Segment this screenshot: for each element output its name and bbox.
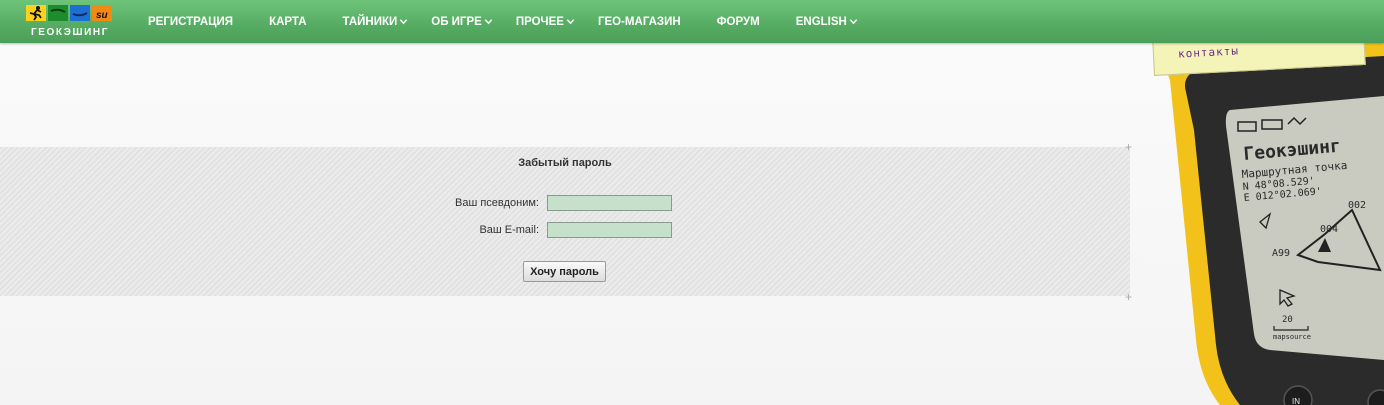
page: su ГЕОКЭШИНГ Регистрация Карта Тайники О… xyxy=(0,0,1384,405)
email-input[interactable] xyxy=(547,222,672,238)
chevron-down-icon xyxy=(566,19,575,25)
waypoint-label: A99 xyxy=(1272,248,1290,259)
nav-caches-label: Тайники xyxy=(342,15,398,28)
logo-tiles: su xyxy=(26,5,114,21)
email-label: Ваш E-mail: xyxy=(479,224,539,236)
form-title: Забытый пароль xyxy=(518,157,612,169)
gps-in-button-label: IN xyxy=(1292,397,1300,405)
nav-map[interactable]: Карта xyxy=(269,16,306,28)
running-man-icon xyxy=(26,5,46,21)
email-row: Ваш E-mail: xyxy=(0,222,1130,240)
nav-about-game-label: Об игре xyxy=(431,15,482,28)
logo-text: ГЕОКЭШИНГ xyxy=(31,27,109,38)
nickname-row: Ваш псевдоним: xyxy=(0,195,1130,213)
nav-english[interactable]: English xyxy=(796,16,858,28)
waypoint-label: 002 xyxy=(1348,200,1366,211)
site-logo[interactable]: su ГЕОКЭШИНГ xyxy=(26,5,114,39)
waypoint-label: 004 xyxy=(1320,224,1338,235)
logo-badge-text: su xyxy=(96,10,108,21)
request-password-button[interactable]: Хочу пароль xyxy=(523,261,606,282)
nav-other[interactable]: Прочее xyxy=(516,16,575,28)
nav-map-label: Карта xyxy=(269,15,307,28)
nav-english-label: English xyxy=(795,15,847,28)
chevron-down-icon xyxy=(849,19,858,25)
nav-about-game[interactable]: Об игре xyxy=(431,16,493,28)
nickname-label: Ваш псевдоним: xyxy=(454,197,539,209)
nav-forum-label: Форум xyxy=(716,15,760,28)
chevron-down-icon xyxy=(484,19,493,25)
nav-geo-shop[interactable]: Гео-магазин xyxy=(598,16,681,28)
map-scale: 20 xyxy=(1282,315,1293,325)
nav-caches[interactable]: Тайники xyxy=(343,16,409,28)
main-menu: Регистрация Карта Тайники Об игре Прочее… xyxy=(148,0,893,43)
green-tile-icon xyxy=(48,5,68,21)
blue-tile-icon xyxy=(70,5,90,21)
nav-registration-label: Регистрация xyxy=(148,15,234,28)
nickname-input[interactable] xyxy=(547,195,672,211)
chevron-down-icon xyxy=(400,19,408,25)
top-navigation-bar: su ГЕОКЭШИНГ Регистрация Карта Тайники О… xyxy=(0,0,1384,43)
nav-registration[interactable]: Регистрация xyxy=(148,16,233,28)
nav-forum[interactable]: Форум xyxy=(717,16,760,28)
gps-brand: mapsource xyxy=(1273,333,1311,341)
nav-other-label: Прочее xyxy=(515,15,564,28)
nav-geo-shop-label: Гео-магазин xyxy=(597,15,681,28)
su-tile-icon: su xyxy=(92,5,112,21)
